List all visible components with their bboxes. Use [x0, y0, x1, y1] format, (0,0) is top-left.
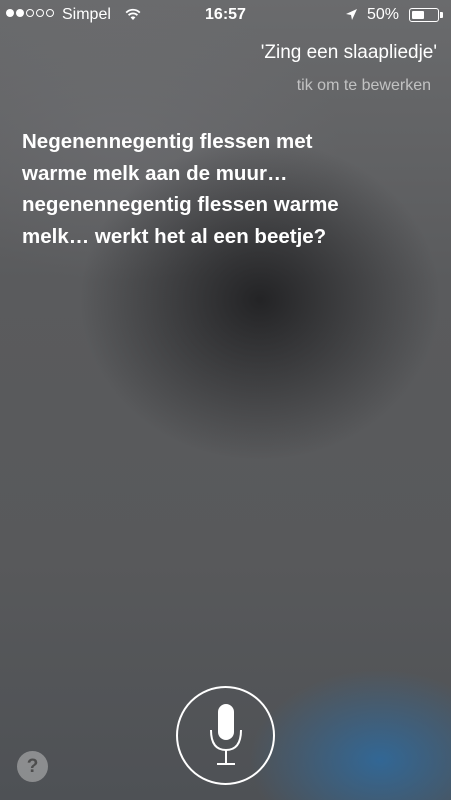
help-button[interactable]: ?	[17, 751, 48, 782]
status-bar: Simpel 16:57 50%	[0, 0, 451, 32]
tap-to-edit-hint[interactable]: tik om te bewerken	[297, 77, 431, 95]
battery-icon	[409, 8, 439, 22]
battery-terminal	[440, 12, 443, 18]
siri-query-text[interactable]: 'Zing een slaapliedje'	[261, 42, 437, 64]
siri-response-text: Negenennegentig flessen met warme melk a…	[22, 130, 339, 248]
blurred-background	[0, 0, 451, 800]
microphone-icon	[210, 704, 242, 765]
location-arrow-icon	[345, 8, 358, 26]
siri-microphone-button[interactable]	[176, 686, 275, 785]
battery-level-fill	[412, 11, 424, 19]
battery-percentage: 50%	[367, 6, 400, 23]
